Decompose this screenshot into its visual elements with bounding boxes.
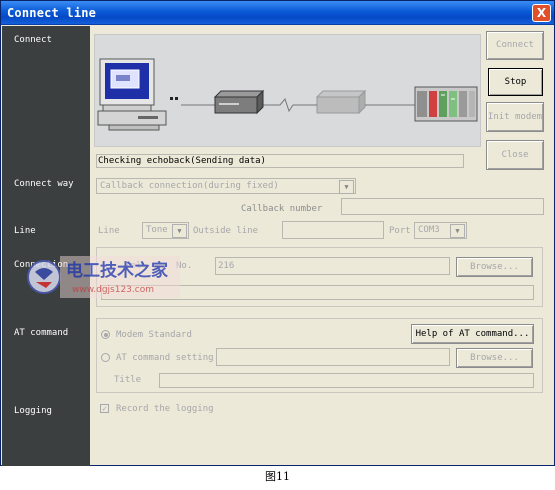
modem-standard-label: Modem Standard [116,330,192,340]
at-command-setting-radio[interactable] [101,353,110,362]
stop-button[interactable]: Stop [488,68,543,96]
chevron-down-icon[interactable]: ▼ [450,224,465,238]
close-button[interactable]: Close [486,140,544,170]
close-icon[interactable]: X [532,4,551,22]
sidebar-label-at-command: AT command [14,328,69,338]
port-label: Port [389,226,411,236]
at-command-setting-field[interactable] [216,348,450,366]
watermark: 电工技术之家 www.dgjs123.com [26,252,184,302]
outside-line-label: Outside line [193,226,259,236]
title-bar[interactable]: Connect line X [1,1,554,25]
chevron-down-icon[interactable]: ▼ [339,180,354,194]
record-logging-checkbox[interactable]: ✓ [100,404,109,413]
init-modem-button[interactable]: Init modem [486,102,544,132]
connection-diagram [94,34,481,147]
at-command-setting-label: AT command setting [116,353,214,363]
connection-diagram-graphic [97,58,478,131]
sidebar-label-logging: Logging [14,406,52,416]
port-select[interactable]: COM3 ▼ [414,222,467,239]
status-text: Checking echoback(Sending data) [98,156,266,166]
sidebar: Connect Connect way Line Connection AT c… [2,26,90,466]
line-select[interactable]: Tone ▼ [142,222,189,239]
title-label: Title [114,375,142,385]
sidebar-label-line: Line [14,226,36,236]
watermark-url: www.dgjs123.com [72,285,154,295]
chevron-down-icon[interactable]: ▼ [172,224,187,238]
sidebar-label-connect-way: Connect way [14,179,74,189]
help-at-command-button[interactable]: Help of AT command... [411,324,534,344]
line-select-value: Tone [146,225,168,235]
modem-icon [213,89,265,115]
sidebar-label-connect: Connect [14,35,52,45]
title-field[interactable] [159,373,534,388]
port-select-value: COM3 [418,225,440,235]
outside-line-field[interactable] [282,221,384,239]
record-logging-label: Record the logging [116,404,214,414]
tel-number-value: 216 [218,261,235,271]
remote-modem-icon [315,89,367,115]
connect-button[interactable]: Connect [486,31,544,60]
status-field: Checking echoback(Sending data) [96,154,464,168]
figure-caption: 图11 [0,466,555,490]
watermark-brand: 电工技术之家 [66,261,168,281]
connect-way-select[interactable]: Callback connection(during fixed) ▼ [96,178,356,194]
computer-icon [97,58,178,131]
window-title: Connect line [7,6,97,20]
line-label: Line [98,226,120,236]
tel-number-field[interactable]: 216 [215,257,450,275]
connect-line-window: Connect line X Connect Connect way Line … [0,0,555,466]
modem-standard-radio[interactable] [101,330,110,339]
plc-icon [414,86,478,122]
browse-at-button[interactable]: Browse... [456,348,533,368]
callback-number-field[interactable] [341,198,544,215]
browse-button[interactable]: Browse... [456,257,533,277]
callback-number-label: Callback number [241,204,323,214]
connect-way-selected: Callback connection(during fixed) [100,181,279,191]
